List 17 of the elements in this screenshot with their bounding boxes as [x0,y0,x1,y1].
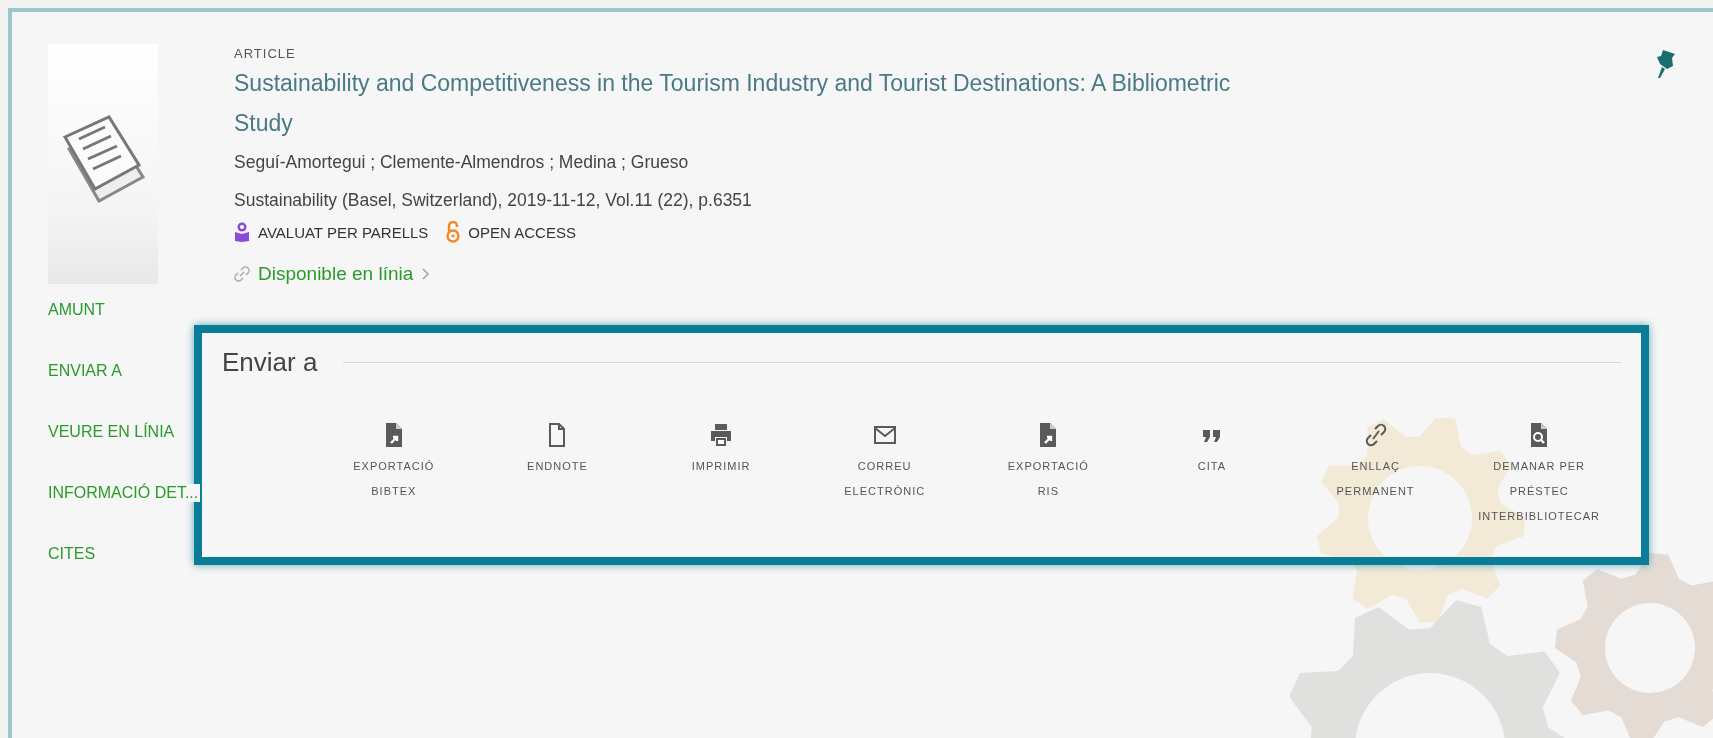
badge-label: AVALUAT PER PARELLS [258,223,429,241]
send-action-button[interactable]: DEMANAR PER PRÉSTEC INTERBIBLIOTECAR [1457,422,1621,529]
availability-link[interactable]: Disponible en línia [258,263,414,285]
send-action-button[interactable]: ENLLAÇ PERMANENT [1293,422,1458,529]
record-title-link[interactable]: Sustainability and Competitiveness in the Tourism Industry and Tourist Destinations: A Bibliometric Study [234,63,1274,143]
record-type: ARTICLE [234,46,297,61]
send-action-button[interactable]: EXPORTACIÓ RIS [966,422,1131,529]
badge-label: OPEN ACCESS [468,223,576,241]
record-authors: Seguí-Amortegui ; Clemente-Almendros ; Medina ; Grueso [234,151,690,174]
send-action-button[interactable]: EXPORTACIÓ BIBTEX [312,422,476,529]
section-heading: Enviar a [222,347,318,378]
send-action-button[interactable]: ENDNOTE [475,422,640,529]
send-action-button[interactable]: CORREU ELECTRÒNIC [802,422,967,529]
send-action-button[interactable]: IMPRIMIR [639,422,803,529]
section-nav-link[interactable]: INFORMACIÓ DET... [48,484,201,502]
record-source: Sustainability (Basel, Switzerland), 2019-11-12, Vol.11 (22), p.6351 [234,189,753,212]
send-action-button[interactable]: CITA [1130,422,1294,529]
